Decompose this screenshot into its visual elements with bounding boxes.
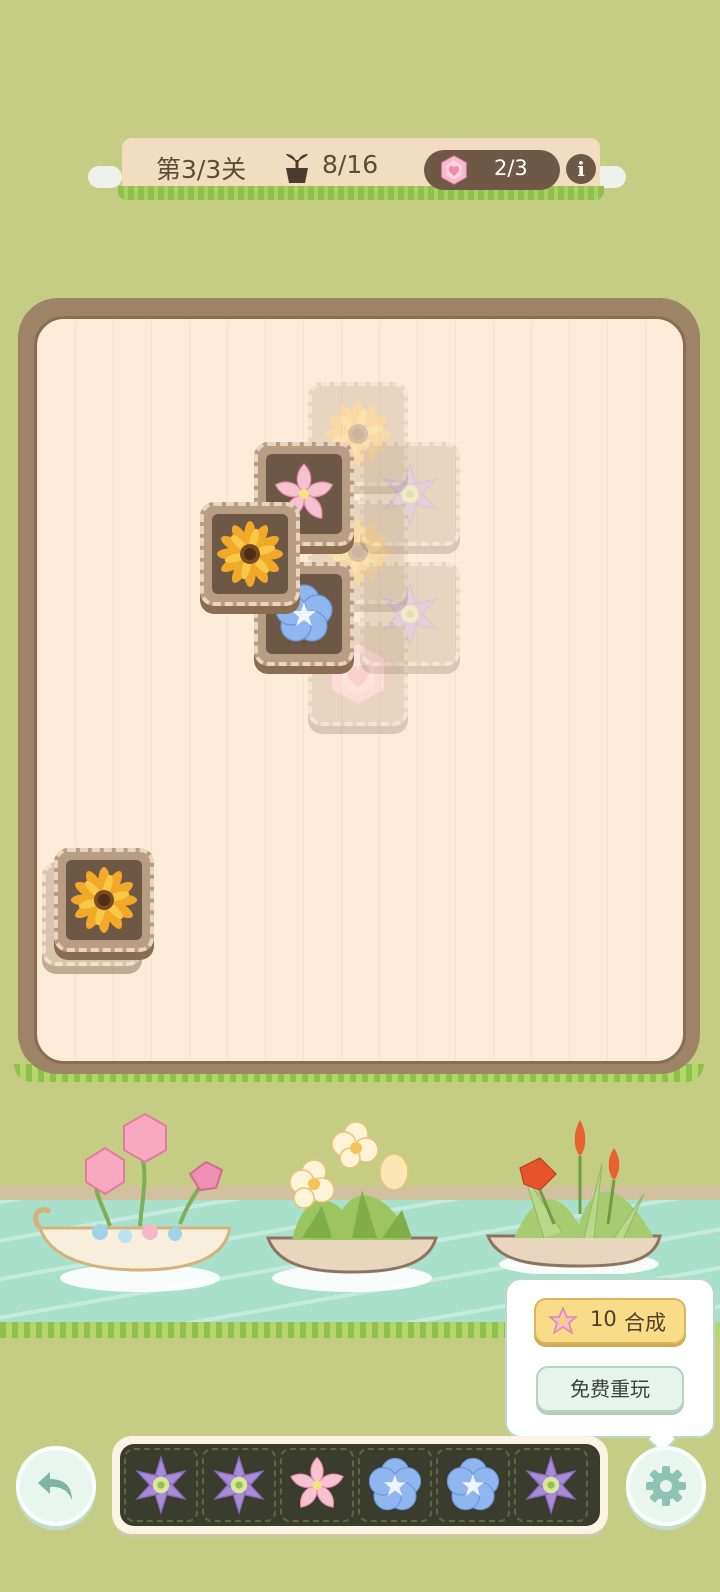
hud-cloud-left xyxy=(88,166,122,188)
tray-slot xyxy=(202,1448,276,1522)
merge-label: 合成 xyxy=(624,1311,666,1335)
purple-clematis-icon xyxy=(519,1453,583,1517)
blue-pansy-icon xyxy=(441,1453,505,1517)
undo-arrow-icon xyxy=(38,1472,72,1500)
tile-sunflower[interactable] xyxy=(54,848,154,960)
tray-slot xyxy=(358,1448,432,1522)
settings-button[interactable] xyxy=(626,1446,706,1526)
gear-icon xyxy=(646,1466,686,1506)
star-flower-icon xyxy=(548,1306,578,1335)
merge-cost: 10 xyxy=(590,1307,617,1331)
level-indicator: 第3/3关 xyxy=(156,155,247,184)
orange-lily-plant-boat xyxy=(485,1120,662,1274)
tray-slot xyxy=(124,1448,198,1522)
tile-sunflower[interactable] xyxy=(200,502,300,614)
tray-slot xyxy=(436,1448,510,1522)
undo-button[interactable] xyxy=(16,1446,96,1526)
purple-clematis-icon xyxy=(207,1453,271,1517)
blue-pansy-icon xyxy=(363,1453,427,1517)
info-button[interactable]: i xyxy=(566,154,596,184)
free-replay-button[interactable]: 免费重玩 xyxy=(536,1366,684,1412)
pot-progress: 8/16 xyxy=(322,150,379,179)
purple-clematis-icon xyxy=(129,1453,193,1517)
flower-pot-icon xyxy=(286,154,308,183)
pink-lily-icon xyxy=(285,1453,349,1517)
gem-progress: 2/3 xyxy=(494,156,528,180)
white-buttercup-plant-boat xyxy=(265,1121,438,1292)
tray-slot xyxy=(280,1448,354,1522)
tray-slot xyxy=(514,1448,588,1522)
pink-gem-plant-boat xyxy=(33,1112,232,1292)
pink-gem-icon xyxy=(438,152,470,188)
